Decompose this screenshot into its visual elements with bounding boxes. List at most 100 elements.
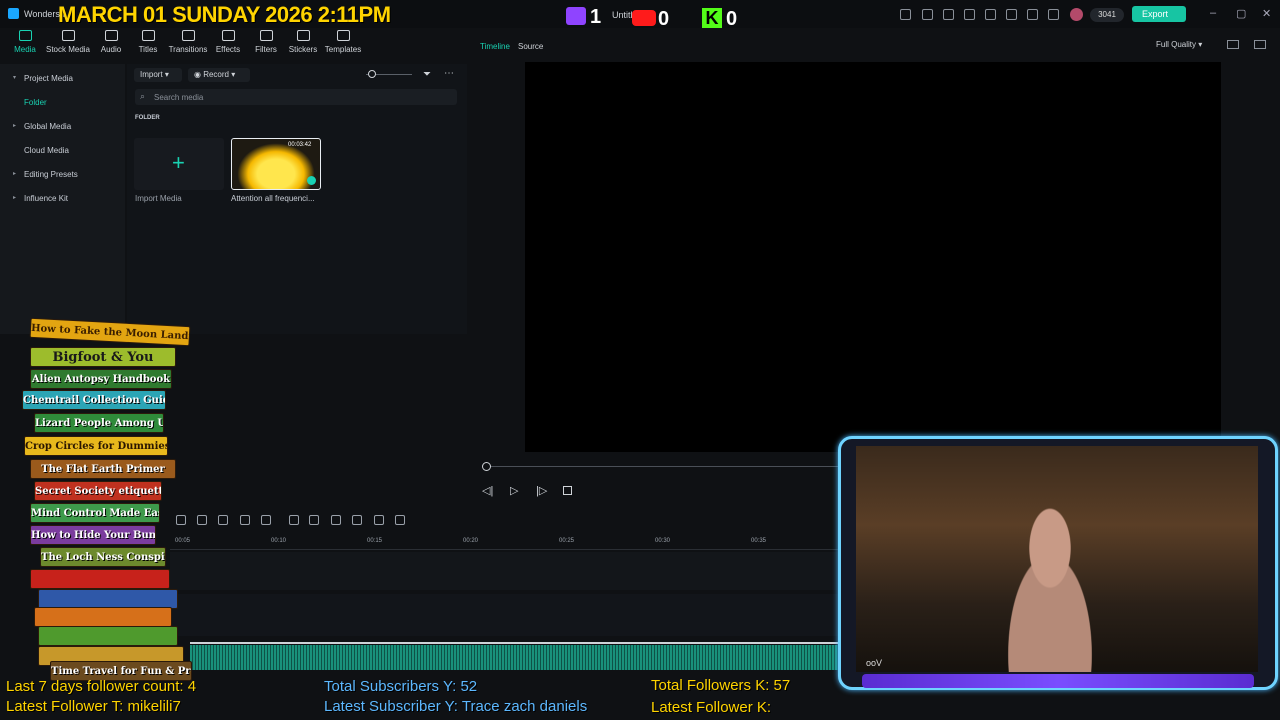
sidebar-item-influence-kit[interactable]: ▸ Influence Kit [0,194,125,203]
check-icon [307,176,316,185]
translate-icon[interactable] [374,515,384,525]
tick-label: 00:20 [463,538,479,544]
settings-icon[interactable] [1027,9,1038,20]
titles-icon [141,30,155,41]
zoom-slider-knob[interactable] [368,70,376,78]
book: Bigfoot & You [30,347,176,367]
sidebar-item-folder[interactable]: Folder [0,98,125,107]
webcam-frame-bottom [862,674,1254,688]
book: Chemtrail Collection Guide [22,390,166,410]
stabilize-icon[interactable] [395,515,405,525]
audio-tool-icon[interactable] [309,515,319,525]
book: The Flat Earth Primer [30,459,176,479]
project-title: Untitl [612,10,633,20]
maximize-button[interactable]: ▢ [1236,7,1246,20]
video-track[interactable] [170,552,850,590]
save-icon[interactable] [985,9,996,20]
book: Mind Control Made Easy [30,503,160,523]
book: Crop Circles for Dummies [24,436,168,456]
speed-icon[interactable] [218,515,228,525]
plus-icon: + [172,150,185,175]
layout-icon[interactable] [943,9,954,20]
effect-tool-icon[interactable] [331,515,341,525]
play-icon[interactable]: ▷ [510,484,518,497]
book: How to Hide Your Bunker [30,525,156,545]
twitch-icon [566,7,586,25]
tab-source[interactable]: Source [518,42,543,51]
keyframe-icon[interactable] [240,515,250,525]
search-box[interactable]: ⌕ [135,89,457,105]
filter-icon[interactable]: ⏷ [423,69,431,80]
app-logo-icon [8,8,19,19]
tab-timeline[interactable]: Timeline [480,42,510,51]
minimize-button[interactable]: – [1210,7,1216,19]
stickers-icon [296,30,310,41]
latest-follower-t: Latest Follower T: mikelili7 [6,698,181,715]
book-blank [30,569,170,589]
playback-progress[interactable] [486,466,841,467]
filters-icon [259,30,273,41]
audio-icon [104,30,118,41]
follower-count-week: Last 7 days follower count: 4 [6,678,197,695]
clip-name: Attention all frequenci... [231,194,315,203]
book: Secret Society etiquette [34,481,162,501]
credits-badge[interactable]: 3041 [1090,8,1124,22]
tick-label: 00:25 [559,538,575,544]
search-icon: ⌕ [140,91,146,101]
monitor-icon[interactable] [964,9,975,20]
book: Lizard People Among Us [34,413,164,433]
kick-count: 0 [726,8,738,30]
send-icon[interactable] [922,9,933,20]
folder-header: FOLDER [135,115,160,121]
playhead-knob[interactable] [482,462,491,471]
snapshot-icon[interactable] [1227,40,1239,49]
import-dropdown[interactable]: Import ▾ [134,68,182,82]
stop-icon[interactable] [563,486,572,495]
cloud-icon[interactable] [1006,9,1017,20]
search-input[interactable] [154,89,444,105]
next-frame-icon[interactable]: |▷ [536,484,547,497]
adjust-icon[interactable] [261,515,271,525]
crop-icon[interactable] [352,515,362,525]
sidebar-item-editing-presets[interactable]: ▸ Editing Presets [0,170,125,179]
overlay-datetime: MARCH 01 SUNDAY 2026 2:11PM [58,2,391,27]
export-button[interactable]: Export [1132,6,1186,22]
twitch-count: 1 [590,6,602,28]
video-track[interactable] [170,594,850,636]
prev-frame-icon[interactable]: ◁| [482,484,493,497]
ai-tool-icon[interactable] [289,515,299,525]
sidebar-item-global-media[interactable]: ▸ Global Media [0,122,125,131]
book: Alien Autopsy Handbook [30,369,172,389]
tick-label: 00:35 [751,538,767,544]
gift-icon[interactable] [900,9,911,20]
book-blank [34,607,172,627]
more-options-icon[interactable]: ⋯ [444,68,454,79]
sidebar-item-cloud-media[interactable]: Cloud Media [0,146,125,155]
audio-waveform[interactable] [190,645,850,670]
latest-subscriber-y: Latest Subscriber Y: Trace zach daniels [324,698,588,715]
youtube-count: 0 [658,8,670,30]
tick-label: 00:10 [271,538,287,544]
youtube-icon [632,10,656,26]
sidebar-item-project-media[interactable]: ▾ Project Media [0,74,125,83]
book: The Loch Ness Conspiracy [40,547,166,567]
close-button[interactable]: ✕ [1262,7,1271,20]
quality-dropdown[interactable]: Full Quality ▾ [1156,40,1202,49]
split-icon[interactable] [176,515,186,525]
preview-viewer[interactable] [525,62,1221,452]
transitions-icon [181,30,195,41]
templates-icon [336,30,350,41]
apps-icon[interactable] [1048,9,1059,20]
record-dropdown[interactable]: ◉ Record ▾ [188,68,250,82]
stock-media-icon [61,30,75,41]
audio-volume-line[interactable] [190,642,850,644]
fullscreen-icon[interactable] [1254,40,1266,49]
effects-icon [221,30,235,41]
import-media-label: Import Media [135,194,182,203]
tool-templates[interactable]: Templates [318,30,368,54]
avatar[interactable] [1070,8,1083,21]
zoom-in-icon[interactable] [197,515,207,525]
kick-icon: K [702,8,722,28]
tick-label: 00:15 [367,538,383,544]
book-blank [38,626,178,646]
